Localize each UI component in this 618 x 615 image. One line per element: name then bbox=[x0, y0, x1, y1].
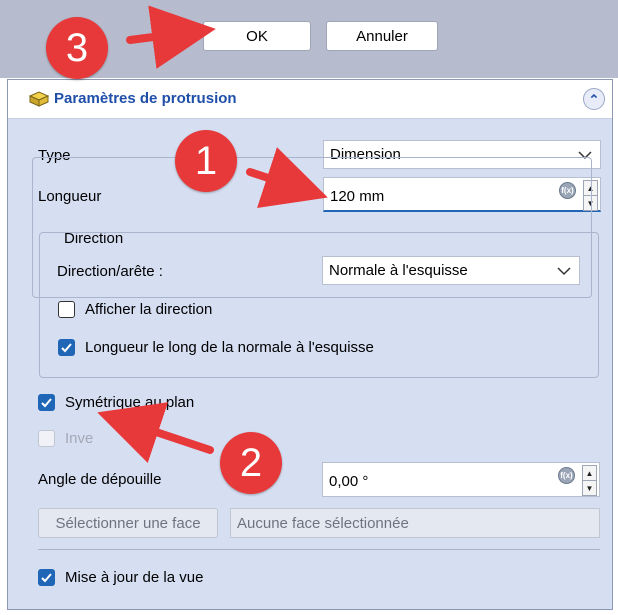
arrow-to-symmetric bbox=[97, 402, 214, 464]
arrow-to-length bbox=[246, 147, 328, 208]
arrow-to-ok bbox=[126, 5, 216, 69]
annotation-arrows bbox=[97, 5, 328, 464]
